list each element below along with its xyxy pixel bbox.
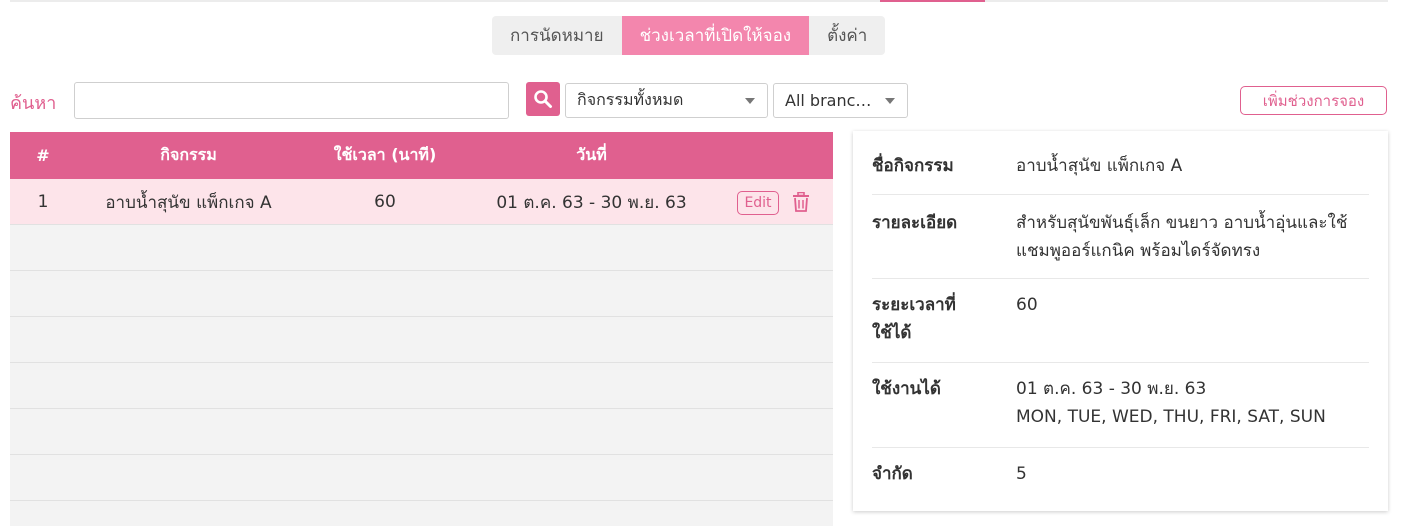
table-row-empty [10, 317, 833, 363]
tab-settings[interactable]: ตั้งค่า [809, 16, 886, 55]
chevron-down-icon [745, 98, 755, 104]
search-button[interactable] [526, 82, 560, 116]
detail-availability-value: 01 ต.ค. 63 - 30 พ.ย. 63 MON, TUE, WED, T… [1016, 375, 1376, 431]
row-activity: อาบน้ำสุนัข แพ็กเกจ A [105, 192, 272, 213]
tab-bar: การนัดหมาย ช่วงเวลาที่เปิดให้จอง ตั้งค่า [492, 16, 886, 55]
detail-duration-label-line-2: ใช้ได้ [872, 323, 912, 343]
detail-limit-value: 5 [1016, 464, 1027, 484]
column-header-number: # [36, 146, 50, 165]
trash-icon[interactable] [792, 192, 810, 212]
column-header-date: วันที่ [576, 145, 607, 164]
detail-row-limit: จำกัด 5 [872, 448, 1369, 503]
detail-row-availability: ใช้งานได้ 01 ต.ค. 63 - 30 พ.ย. 63 MON, T… [872, 363, 1369, 448]
detail-availability-label: ใช้งานได้ [872, 379, 941, 399]
detail-limit-label: จำกัด [872, 464, 913, 484]
row-date: 01 ต.ค. 63 - 30 พ.ย. 63 [496, 192, 687, 213]
detail-name-value: อาบน้ำสุนัข แพ็กเกจ A [1016, 156, 1183, 176]
add-booking-slot-button[interactable]: เพิ่มช่วงการจอง [1240, 86, 1387, 115]
activity-filter-select[interactable]: กิจกรรมทั้งหมด [565, 83, 768, 118]
detail-description-line-1: สำหรับสุนัขพันธุ์เล็ก ขนยาว อาบน้ำอุ่นแล… [1016, 213, 1348, 233]
row-duration: 60 [374, 192, 396, 212]
branch-filter-value: All branc… [785, 91, 872, 110]
table-row-empty [10, 455, 833, 501]
table-header: # กิจกรรม ใช้เวลา (นาที) วันที่ [10, 132, 833, 179]
detail-duration-label: ระยะเวลาที่ ใช้ได้ [872, 291, 992, 347]
table-row-empty [10, 225, 833, 271]
detail-duration-label-line-1: ระยะเวลาที่ [872, 295, 956, 315]
edit-button[interactable]: Edit [737, 191, 779, 215]
detail-name-label: ชื่อกิจกรรม [872, 156, 954, 176]
detail-row-description: รายละเอียด สำหรับสุนัขพันธุ์เล็ก ขนยาว อ… [872, 195, 1369, 279]
detail-row-duration: ระยะเวลาที่ ใช้ได้ 60 [872, 279, 1369, 363]
activity-filter-value: กิจกรรมทั้งหมด [577, 90, 684, 109]
tab-appointments[interactable]: การนัดหมาย [492, 16, 622, 55]
top-divider-accent [880, 0, 985, 2]
detail-description-line-2: แชมพูออร์แกนิค พร้อมไดร์จัดทรง [1016, 241, 1261, 261]
top-divider [10, 0, 1388, 2]
search-label: ค้นหา [10, 93, 57, 114]
table-row-empty [10, 409, 833, 455]
detail-description-label: รายละเอียด [872, 213, 958, 233]
table-row-empty [10, 363, 833, 409]
booking-slots-table: # กิจกรรม ใช้เวลา (นาที) วันที่ 1 อาบน้ำ… [10, 132, 833, 526]
row-number: 1 [37, 192, 49, 212]
detail-row-name: ชื่อกิจกรรม อาบน้ำสุนัข แพ็กเกจ A [872, 148, 1369, 195]
chevron-down-icon [885, 98, 895, 104]
column-header-activity: กิจกรรม [160, 145, 217, 164]
table-row[interactable]: 1 อาบน้ำสุนัข แพ็กเกจ A 60 01 ต.ค. 63 - … [10, 179, 833, 225]
column-header-duration: ใช้เวลา (นาที) [333, 145, 437, 164]
detail-availability-dates: 01 ต.ค. 63 - 30 พ.ย. 63 [1016, 379, 1207, 399]
activity-detail-panel: ชื่อกิจกรรม อาบน้ำสุนัข แพ็กเกจ A รายละเ… [853, 131, 1388, 511]
search-icon [534, 90, 552, 108]
detail-availability-days: MON, TUE, WED, THU, FRI, SAT, SUN [1016, 407, 1326, 427]
search-input[interactable] [74, 82, 509, 119]
branch-filter-select[interactable]: All branc… [773, 83, 908, 118]
detail-description-value: สำหรับสุนัขพันธุ์เล็ก ขนยาว อาบน้ำอุ่นแล… [1016, 209, 1376, 265]
tab-booking-slots[interactable]: ช่วงเวลาที่เปิดให้จอง [621, 16, 810, 55]
table-row-empty [10, 271, 833, 317]
detail-duration-value: 60 [1016, 295, 1038, 315]
